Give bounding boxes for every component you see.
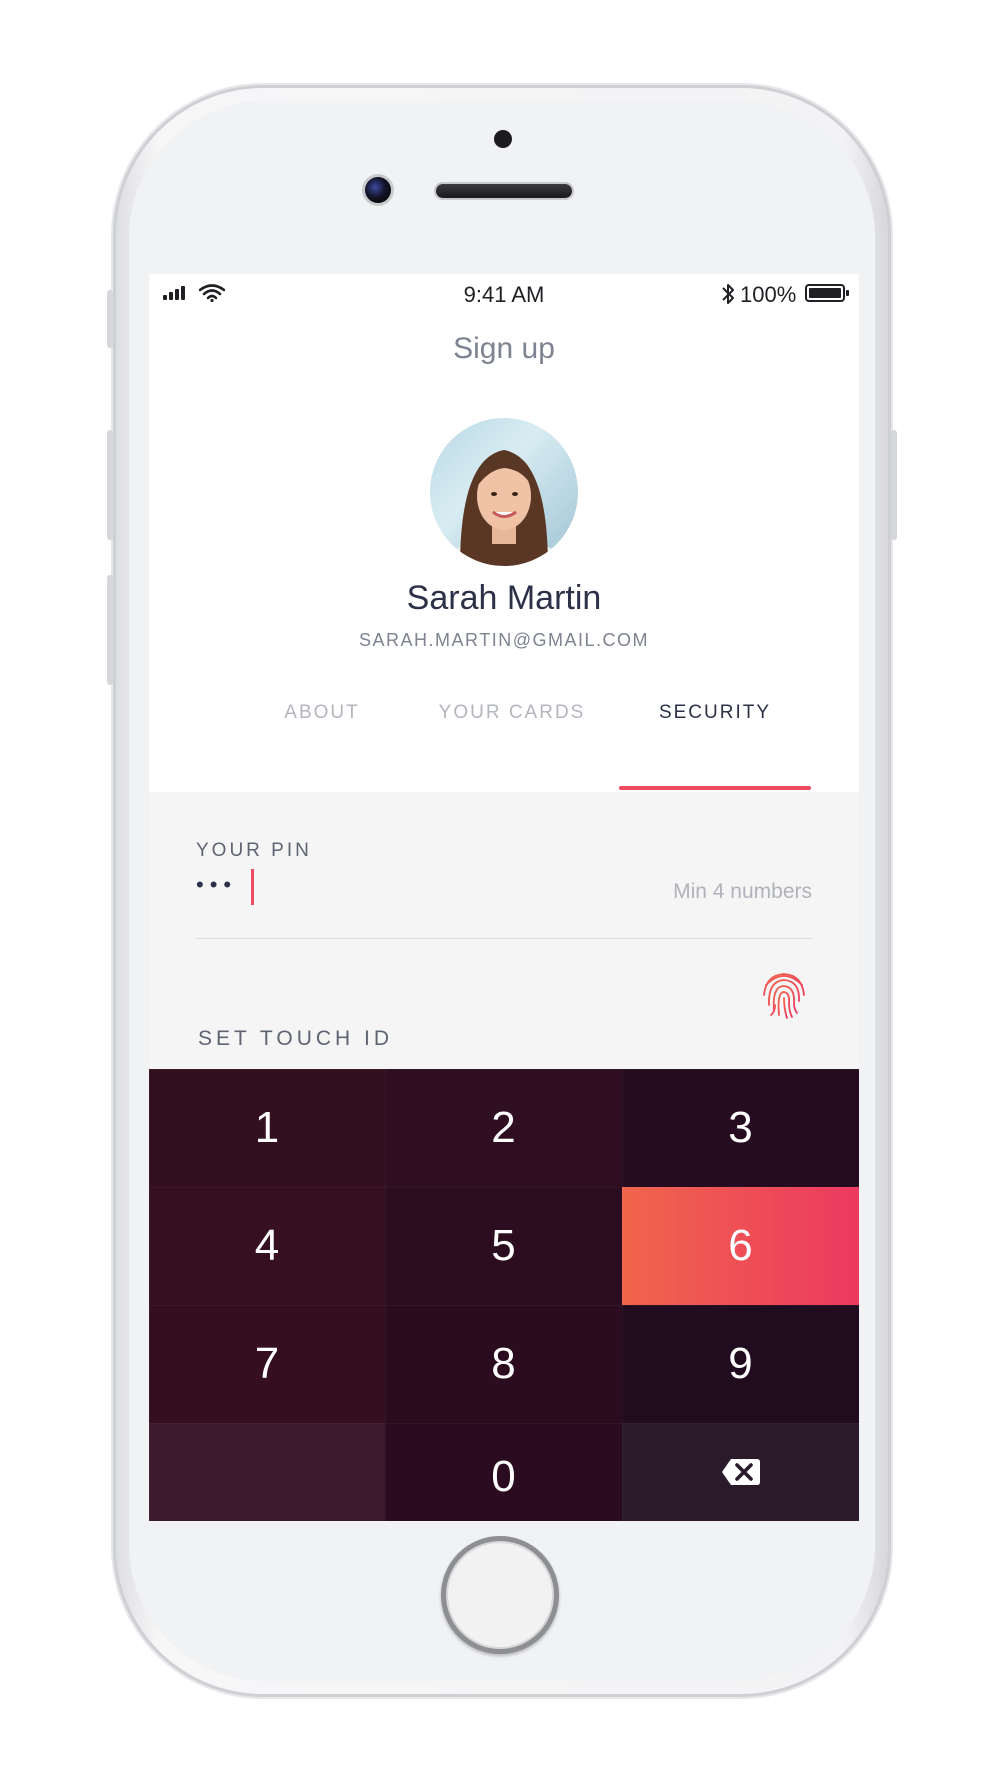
home-button[interactable] xyxy=(441,1536,559,1654)
key-3[interactable]: 3 xyxy=(622,1069,859,1187)
profile-email: SARAH.MARTIN@GMAIL.COM xyxy=(359,630,649,650)
key-blank xyxy=(149,1423,385,1521)
avatar xyxy=(430,418,578,566)
security-panel: YOUR PIN ••• Min 4 numbers SET TOUCH ID xyxy=(149,792,859,1069)
pin-label: YOUR PIN xyxy=(196,840,312,861)
tab-bar: ABOUT YOUR CARDS SECURITY xyxy=(149,674,859,792)
app-screen: 9:41 AM 100% Sign up Sarah Martin SARAH.… xyxy=(149,274,859,1521)
text-cursor xyxy=(251,869,254,905)
divider xyxy=(196,938,812,939)
key-7[interactable]: 7 xyxy=(149,1305,385,1423)
volume-up-button xyxy=(107,430,113,540)
key-4[interactable]: 4 xyxy=(149,1187,385,1305)
pin-hint: Min 4 numbers xyxy=(673,880,812,903)
proximity-sensor xyxy=(494,130,512,148)
backspace-icon xyxy=(721,1459,760,1485)
tab-security[interactable]: SECURITY xyxy=(619,702,811,724)
key-1[interactable]: 1 xyxy=(149,1069,385,1187)
power-button xyxy=(891,430,897,540)
fingerprint-icon[interactable] xyxy=(756,965,812,1021)
pin-input[interactable]: ••• xyxy=(196,872,237,898)
key-6[interactable]: 6 xyxy=(622,1187,859,1305)
page-title: Sign up xyxy=(453,332,555,365)
status-bar: 9:41 AM 100% xyxy=(149,274,859,314)
key-5[interactable]: 5 xyxy=(385,1187,622,1305)
avatar-portrait xyxy=(437,450,571,566)
front-camera xyxy=(365,177,391,203)
key-9[interactable]: 9 xyxy=(622,1305,859,1423)
numeric-keypad: 1 2 3 4 5 6 7 8 9 0 xyxy=(149,1069,859,1521)
bluetooth-icon xyxy=(722,284,734,304)
tab-your-cards[interactable]: YOUR CARDS xyxy=(417,702,607,724)
touch-id-label: SET TOUCH ID xyxy=(198,1027,394,1050)
active-tab-indicator xyxy=(619,786,811,790)
profile-name: Sarah Martin xyxy=(406,579,602,617)
key-2[interactable]: 2 xyxy=(385,1069,622,1187)
earpiece-speaker xyxy=(436,184,572,198)
key-0[interactable]: 0 xyxy=(385,1423,622,1521)
backspace-key[interactable] xyxy=(622,1423,859,1521)
mute-switch xyxy=(107,290,113,348)
tab-about[interactable]: ABOUT xyxy=(227,702,417,724)
battery-icon xyxy=(805,284,849,302)
volume-down-button xyxy=(107,575,113,685)
battery-percent: 100% xyxy=(740,282,797,307)
key-8[interactable]: 8 xyxy=(385,1305,622,1423)
